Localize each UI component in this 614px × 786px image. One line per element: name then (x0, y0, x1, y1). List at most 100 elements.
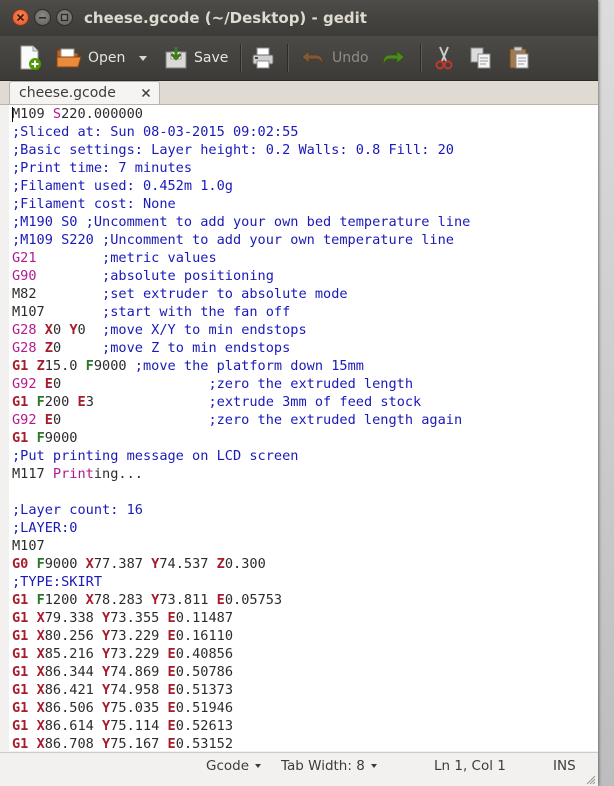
code-token: 0.51373 (175, 682, 234, 698)
code-token: E (167, 646, 176, 662)
code-line[interactable] (12, 483, 470, 501)
code-token: 85.216 (44, 646, 103, 662)
code-line[interactable]: G1 X86.708 Y75.167 E0.53152 (12, 735, 470, 751)
code-token: Y (102, 628, 111, 644)
code-line[interactable]: ;Sliced at: Sun 08-03-2015 09:02:55 (12, 123, 470, 141)
code-token: 0.53152 (175, 736, 234, 751)
code-line[interactable]: G1 X80.256 Y73.229 E0.16110 (12, 627, 470, 645)
code-line[interactable]: M107 ;start with the fan off (12, 303, 470, 321)
code-line[interactable]: ;M190 S0 ;Uncomment to add your own bed … (12, 213, 470, 231)
code-token: 0.50786 (175, 664, 234, 680)
code-token: X (85, 592, 94, 608)
code-token: ;absolute positioning (102, 268, 274, 284)
code-line[interactable]: G1 F9000 (12, 429, 470, 447)
code-token: 0.05753 (224, 592, 283, 608)
minimize-window-button[interactable] (34, 9, 51, 26)
code-token: ;M190 S0 ;Uncomment to add your own bed … (12, 214, 471, 230)
code-line[interactable]: G1 X86.614 Y75.114 E0.52613 (12, 717, 470, 735)
code-token: M117 (12, 466, 53, 482)
code-line[interactable]: ;LAYER:0 (12, 519, 470, 537)
code-token: 0 (77, 322, 103, 338)
tab-bar: cheese.gcode (0, 81, 598, 105)
code-token: G1 (12, 646, 29, 662)
code-token: 86.614 (44, 718, 103, 734)
code-token: ing... (93, 466, 143, 482)
language-selector[interactable]: Gcode (206, 753, 262, 780)
code-line[interactable]: M82 ;set extruder to absolute mode (12, 285, 470, 303)
text-editor[interactable]: M109 S220.000000 ;Sliced at: Sun 08-03-20… (9, 105, 598, 751)
close-window-button[interactable] (12, 9, 29, 26)
code-line[interactable]: ;Filament used: 0.452m 1.0g (12, 177, 470, 195)
code-token: Y (102, 682, 111, 698)
code-token: X (85, 556, 94, 572)
code-line[interactable]: G28 Z0 ;move Z to min endstops (12, 339, 470, 357)
code-line[interactable]: G92 E0 ;zero the extruded length (12, 375, 470, 393)
code-line[interactable]: G1 X86.344 Y74.869 E0.50786 (12, 663, 470, 681)
undo-button[interactable]: Undo (300, 42, 369, 74)
code-line[interactable]: ;Basic settings: Layer height: 0.2 Walls… (12, 141, 470, 159)
code-token: ;LAYER:0 (12, 520, 78, 536)
open-button-label: Open (88, 50, 126, 66)
open-button[interactable]: Open (56, 42, 125, 74)
code-line[interactable]: ;Filament cost: None (12, 195, 470, 213)
code-line[interactable]: M109 S220.000000 (12, 105, 470, 123)
paste-button[interactable] (507, 42, 531, 74)
code-token: E (77, 394, 86, 410)
code-token: E (44, 412, 53, 428)
redo-button[interactable] (380, 42, 406, 74)
save-button[interactable]: Save (164, 42, 228, 74)
code-view[interactable]: M109 S220.000000 ;Sliced at: Sun 08-03-20… (12, 105, 470, 751)
cut-button[interactable] (432, 42, 456, 74)
new-document-button[interactable] (18, 42, 42, 74)
close-tab-icon[interactable] (140, 87, 152, 99)
code-line[interactable]: G21 ;metric values (12, 249, 470, 267)
code-line[interactable]: G92 E0 ;zero the extruded length again (12, 411, 470, 429)
code-token: G92 (12, 412, 37, 428)
code-line[interactable]: M117 Printing... (12, 465, 470, 483)
copy-button[interactable] (469, 42, 493, 74)
code-line[interactable]: G1 F1200 X78.283 Y73.811 E0.05753 (12, 591, 470, 609)
code-line[interactable]: G1 X86.506 Y75.035 E0.51946 (12, 699, 470, 717)
code-line[interactable]: G1 X86.421 Y74.958 E0.51373 (12, 681, 470, 699)
code-line[interactable]: G1 X85.216 Y73.229 E0.40856 (12, 645, 470, 663)
code-token: G1 (12, 610, 29, 626)
code-line[interactable]: M107 (12, 537, 470, 555)
code-line[interactable]: G0 F9000 X77.387 Y74.537 Z0.300 (12, 555, 470, 573)
maximize-icon (60, 13, 69, 22)
resize-grip-icon[interactable] (586, 775, 596, 785)
code-line[interactable]: ;TYPE:SKIRT (12, 573, 470, 591)
code-line[interactable]: G28 X0 Y0 ;move X/Y to min endstops (12, 321, 470, 339)
print-button[interactable] (251, 42, 275, 74)
code-token: X (36, 718, 45, 734)
code-token: 0 (52, 412, 209, 428)
code-line[interactable]: G1 X79.338 Y73.355 E0.11487 (12, 609, 470, 627)
code-token: 73.229 (110, 628, 168, 644)
title-bar[interactable]: cheese.gcode (~/Desktop) - gedit (0, 0, 598, 36)
scissors-icon (435, 46, 453, 70)
code-line[interactable]: G90 ;absolute positioning (12, 267, 470, 285)
code-line[interactable]: G1 F200 E3 ;extrude 3mm of feed stock (12, 393, 470, 411)
code-line[interactable]: ;Print time: 7 minutes (12, 159, 470, 177)
code-token: G1 (12, 430, 29, 446)
code-line[interactable]: ;Layer count: 16 (12, 501, 470, 519)
tab-width-selector[interactable]: Tab Width: 8 (281, 753, 377, 780)
code-token: 79.338 (44, 610, 103, 626)
code-token: 200 (44, 394, 78, 410)
code-line[interactable]: ;M109 S220 ;Uncomment to add your own te… (12, 231, 470, 249)
code-line[interactable]: ;Put printing message on LCD screen (12, 447, 470, 465)
tab-cheese-gcode[interactable]: cheese.gcode (9, 81, 160, 104)
maximize-window-button[interactable] (56, 9, 73, 26)
code-token: ;zero the extruded length again (208, 412, 463, 428)
open-recent-dropdown[interactable] (139, 56, 147, 61)
code-token: 75.114 (110, 718, 168, 734)
code-token: ;move X/Y to min endstops (102, 322, 307, 338)
code-token: E (216, 592, 225, 608)
code-line[interactable]: G1 Z15.0 F9000 ;move the platform down 1… (12, 357, 470, 375)
code-token: 0.40856 (175, 646, 234, 662)
